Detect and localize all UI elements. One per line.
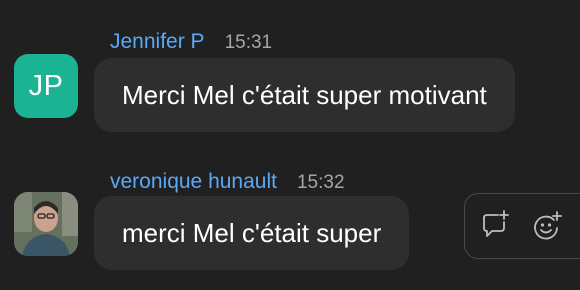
reply-in-thread-icon	[483, 210, 509, 237]
user-photo-icon	[14, 192, 78, 256]
add-reaction-button[interactable]	[531, 209, 565, 243]
avatar-initials: JP	[28, 69, 64, 102]
sender-name[interactable]: veronique hunault	[110, 170, 277, 194]
avatar[interactable]: JP	[14, 54, 78, 118]
add-reaction-icon	[534, 211, 562, 240]
message-text: Merci Mel c'était super motivant	[122, 79, 487, 110]
avatar[interactable]	[14, 192, 78, 256]
message-text: merci Mel c'était super	[122, 217, 382, 248]
message-timestamp: 15:31	[224, 32, 273, 53]
sender-name[interactable]: Jennifer P	[110, 30, 205, 54]
message-bubble[interactable]: merci Mel c'était super	[94, 196, 410, 270]
message-bubble[interactable]: Merci Mel c'était super motivant	[94, 58, 515, 132]
reply-in-thread-button[interactable]	[479, 209, 513, 243]
message-timestamp: 15:32	[296, 172, 345, 193]
message-hover-toolbar	[464, 193, 580, 259]
